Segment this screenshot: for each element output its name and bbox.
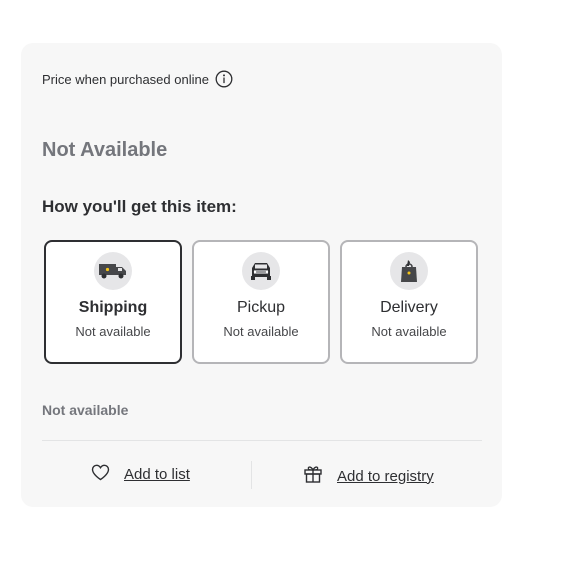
pickup-car-icon	[242, 252, 280, 290]
heart-icon	[91, 464, 110, 485]
delivery-bag-icon	[390, 252, 428, 290]
price-info-row: Price when purchased online	[42, 70, 233, 88]
divider	[42, 440, 482, 441]
price-label: Price when purchased online	[42, 71, 209, 87]
fulfillment-option-label: Shipping	[78, 299, 148, 316]
fulfillment-option-label: Pickup	[236, 299, 286, 316]
fulfillment-option-delivery[interactable]: Delivery Not available	[340, 240, 478, 364]
add-to-registry-button[interactable]: Add to registry	[303, 464, 434, 488]
availability-status: Not available	[42, 402, 129, 418]
price-fulfillment-card: Price when purchased online Not Availabl…	[21, 43, 502, 507]
fulfillment-option-status: Not available	[223, 324, 299, 339]
price-value: Not Available	[42, 139, 168, 161]
fulfillment-option-shipping[interactable]: Shipping Not available	[44, 240, 182, 364]
gift-icon	[303, 464, 323, 488]
add-to-list-button[interactable]: Add to list	[91, 464, 190, 485]
shipping-truck-icon	[94, 252, 132, 290]
fulfillment-option-pickup[interactable]: Pickup Not available	[192, 240, 330, 364]
fulfillment-title: How you'll get this item:	[42, 197, 237, 216]
info-icon[interactable]	[215, 70, 233, 88]
actions-divider	[251, 461, 252, 489]
fulfillment-options: Shipping Not available Pickup Not availa…	[44, 240, 478, 364]
fulfillment-option-status: Not available	[371, 324, 447, 339]
fulfillment-option-label: Delivery	[380, 299, 438, 316]
fulfillment-option-status: Not available	[75, 324, 151, 339]
add-to-registry-label: Add to registry	[337, 467, 434, 485]
add-to-list-label: Add to list	[124, 466, 190, 483]
